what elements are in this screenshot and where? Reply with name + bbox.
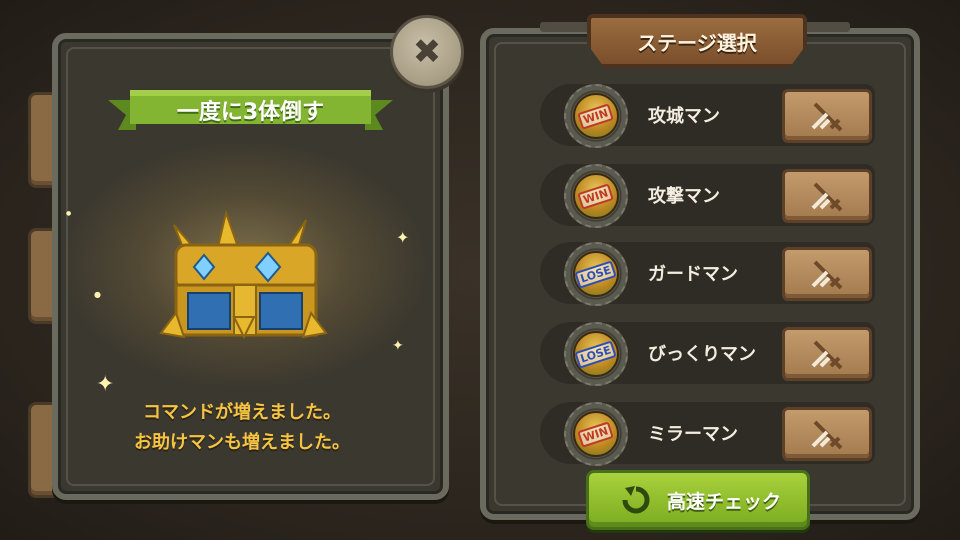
battle-button[interactable]: [782, 247, 872, 301]
crossed-swords-icon: [811, 102, 843, 132]
stage-name: 攻撃マン: [648, 186, 720, 207]
lose-stamp: LOSE: [574, 259, 618, 289]
result-medal: LOSE: [564, 242, 628, 306]
objective-text: 一度に3体倒す: [176, 100, 325, 125]
crossed-swords-icon: [811, 340, 843, 370]
lose-stamp: LOSE: [574, 339, 618, 369]
sparkle-icon: ✦: [392, 338, 404, 354]
sparkle-icon: ●: [94, 290, 101, 299]
fast-check-label: 高速チェック: [667, 490, 782, 513]
result-medal: WIN: [564, 402, 628, 466]
close-icon: ✖: [412, 32, 442, 72]
sparkle-icon: ●: [66, 210, 72, 217]
battle-button[interactable]: [782, 407, 872, 461]
stage-name: びっくりマン: [648, 344, 756, 365]
result-medal: WIN: [564, 84, 628, 148]
crossed-swords-icon: [811, 182, 843, 212]
win-stamp: WIN: [577, 420, 615, 448]
sparkle-icon: ✦: [96, 372, 115, 397]
crossed-swords-icon: [811, 420, 843, 450]
reward-message-line1: コマンドが増えました。: [143, 402, 341, 423]
result-medal: LOSE: [564, 322, 628, 386]
battle-button[interactable]: [782, 327, 872, 381]
stage-name: 攻城マン: [648, 106, 720, 127]
objective-ribbon: 一度に3体倒す: [108, 86, 393, 134]
stage-select-title-plate: ステージ選択: [587, 14, 807, 68]
replay-arrow-icon: [622, 486, 650, 514]
win-stamp: WIN: [577, 182, 615, 210]
stage-select-title: ステージ選択: [637, 30, 757, 55]
sparkle-icon: ✦: [396, 228, 410, 247]
win-stamp: WIN: [577, 102, 615, 130]
crossed-swords-icon: [811, 260, 843, 290]
stage-name: ミラーマン: [648, 424, 738, 445]
stage-name: ガードマン: [648, 264, 738, 285]
battle-button[interactable]: [782, 89, 872, 143]
reward-message-line2: お助けマンも増えました。: [134, 432, 350, 453]
close-button[interactable]: ✖: [390, 15, 464, 89]
treasure-chest-icon: [156, 205, 331, 350]
fast-check-button[interactable]: 高速チェック: [586, 470, 810, 530]
result-medal: WIN: [564, 164, 628, 228]
battle-button[interactable]: [782, 169, 872, 223]
